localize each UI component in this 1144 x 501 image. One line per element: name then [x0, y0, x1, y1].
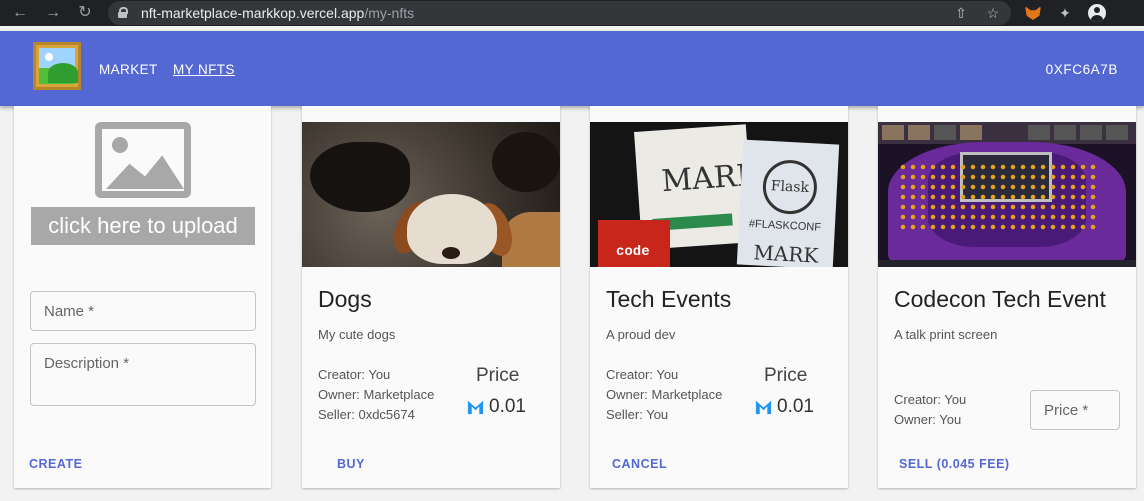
- nft-title: Codecon Tech Event: [894, 286, 1106, 312]
- nft-seller: Seller: You: [606, 407, 669, 422]
- buy-button[interactable]: BUY: [337, 457, 365, 471]
- price-value: 0.01: [489, 396, 526, 417]
- nft-image: MARK Flask #FLASKCONF MARK code: [590, 122, 848, 267]
- create-button[interactable]: CREATE: [29, 457, 82, 471]
- address-bar[interactable]: nft-marketplace-markkop.vercel.app/my-nf…: [108, 1, 1011, 25]
- metamask-fox-icon[interactable]: [1025, 6, 1041, 20]
- puzzle-icon[interactable]: ✦: [1055, 3, 1075, 23]
- share-icon[interactable]: ⇧: [951, 3, 971, 23]
- forward-arrow-icon[interactable]: →: [43, 3, 63, 23]
- price-value: 0.01: [777, 396, 814, 417]
- price-placeholder: Price *: [1044, 402, 1089, 419]
- nft-creator: Creator: You: [606, 367, 679, 382]
- nft-owner: Owner: Marketplace: [318, 387, 435, 402]
- app-bar: MARKET MY NFTS 0XFC6A7B: [0, 31, 1144, 106]
- nft-card: MARK Flask #FLASKCONF MARK code Tech Eve…: [590, 106, 848, 488]
- nft-creator: Creator: You: [894, 392, 967, 407]
- lock-icon[interactable]: [118, 7, 128, 18]
- back-arrow-icon[interactable]: ←: [10, 3, 30, 23]
- matic-icon: [755, 400, 772, 415]
- nft-card: Codecon Tech Event A talk print screen C…: [878, 106, 1136, 488]
- nft-creator: Creator: You: [318, 367, 391, 382]
- cancel-button[interactable]: CANCEL: [612, 457, 667, 471]
- nav-market[interactable]: MARKET: [99, 62, 158, 77]
- nft-description: A talk print screen: [894, 327, 998, 342]
- upload-card: click here to upload Name * Description …: [14, 106, 271, 488]
- nft-title: Dogs: [318, 286, 372, 312]
- description-placeholder: Description *: [44, 355, 130, 372]
- nft-owner: Owner: Marketplace: [606, 387, 723, 402]
- reload-icon[interactable]: ↻: [75, 3, 95, 23]
- star-icon[interactable]: ☆: [983, 3, 1003, 23]
- nft-title: Tech Events: [606, 286, 732, 312]
- sell-button[interactable]: SELL (0.045 FEE): [899, 457, 1010, 471]
- price-label: Price: [476, 365, 520, 386]
- price-label: Price: [764, 365, 808, 386]
- nav-my-nfts[interactable]: MY NFTS: [173, 62, 235, 77]
- logo[interactable]: [33, 42, 81, 90]
- profile-icon[interactable]: [1088, 4, 1106, 22]
- browser-toolbar: ← → ↻ nft-marketplace-markkop.vercel.app…: [0, 0, 1144, 26]
- name-field[interactable]: Name *: [30, 291, 256, 331]
- upload-button[interactable]: click here to upload: [31, 207, 255, 245]
- account-address[interactable]: 0XFC6A7B: [1046, 62, 1118, 77]
- matic-icon: [467, 400, 484, 415]
- nft-image: [878, 122, 1136, 267]
- nft-image: [302, 122, 560, 267]
- nft-description: A proud dev: [606, 327, 676, 342]
- nft-card: Dogs My cute dogs Creator: You Owner: Ma…: [302, 106, 560, 488]
- nft-seller: Seller: 0xdc5674: [318, 407, 415, 422]
- image-placeholder-icon[interactable]: [95, 122, 191, 198]
- price-input[interactable]: Price *: [1030, 390, 1120, 430]
- nft-description: My cute dogs: [318, 327, 396, 342]
- url-text[interactable]: nft-marketplace-markkop.vercel.app/my-nf…: [141, 5, 414, 21]
- nft-owner: Owner: You: [894, 412, 962, 427]
- name-placeholder: Name *: [44, 303, 95, 320]
- description-field[interactable]: Description *: [30, 343, 256, 406]
